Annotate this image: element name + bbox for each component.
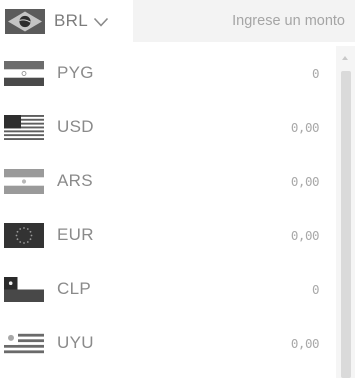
converted-value: 0,00 [290,227,320,243]
currency-row-clp[interactable]: CLP 0 [0,262,336,316]
currency-code: EUR [57,225,94,244]
converted-value: 0,00 [290,173,320,189]
converted-value: 0 [311,281,320,297]
eu-flag-icon [4,222,44,248]
scrollbar-thumb[interactable] [341,71,351,378]
usa-flag-icon [4,114,44,140]
argentina-flag-icon [4,168,44,194]
currency-code: ARS [57,171,93,190]
currency-converter: BRL PYG 0 [0,0,355,378]
amount-input[interactable] [133,0,355,42]
chevron-down-icon [93,17,109,27]
currency-row-usd[interactable]: USD 0,00 [0,100,336,154]
currency-code: UYU [57,333,94,352]
list-scrollbar[interactable] [336,46,355,378]
selected-currency-code: BRL [54,11,88,30]
paraguay-flag-icon [4,60,44,86]
converted-value: 0,00 [290,119,320,135]
currency-list: PYG 0 USD 0,00 ARS 0,00 EUR 0,00 CLP 0 U… [0,46,336,370]
brazil-flag-icon [5,8,45,34]
currency-row-uyu[interactable]: UYU 0,00 [0,316,336,370]
currency-code: USD [57,117,94,136]
converted-value: 0,00 [290,335,320,351]
currency-row-eur[interactable]: EUR 0,00 [0,208,336,262]
currency-row-ars[interactable]: ARS 0,00 [0,154,336,208]
chile-flag-icon [4,276,44,302]
currency-row-pyg[interactable]: PYG 0 [0,46,336,100]
scroll-up-arrow-icon[interactable] [342,56,348,60]
base-currency-dropdown[interactable]: BRL [0,0,133,42]
currency-code: CLP [57,279,91,298]
currency-code: PYG [57,63,94,82]
converted-value: 0 [311,65,320,81]
uruguay-flag-icon [4,330,44,356]
converter-header: BRL [0,0,355,42]
